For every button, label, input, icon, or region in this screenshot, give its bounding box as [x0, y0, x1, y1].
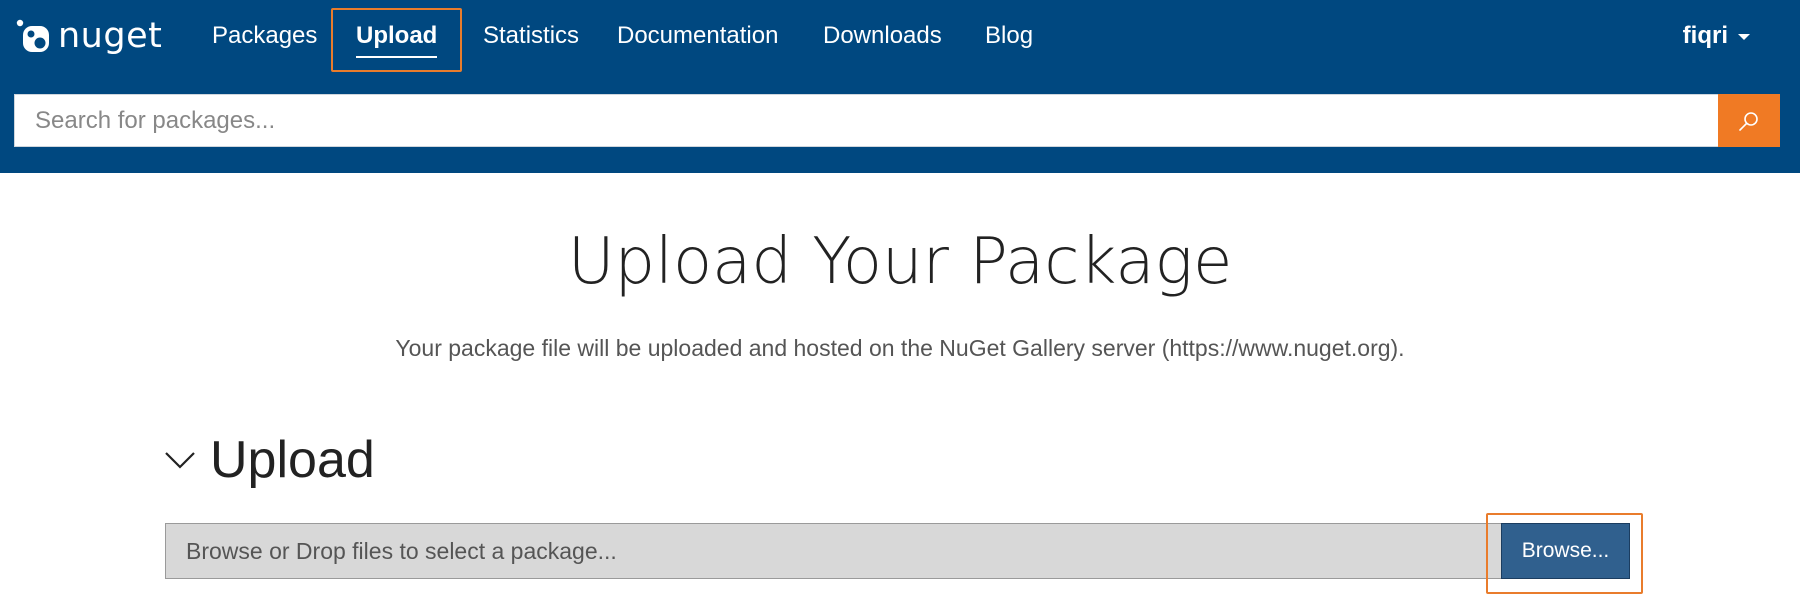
search-bar [14, 94, 1780, 147]
chevron-down-icon [165, 452, 195, 469]
search-icon [1739, 111, 1758, 131]
nuget-logo[interactable]: nuget [16, 12, 162, 60]
page-subtitle: Your package file will be uploaded and h… [395, 335, 1405, 361]
file-drop-field[interactable]: Browse or Drop files to select a package… [165, 523, 1501, 579]
nav-statistics[interactable]: Statistics [483, 20, 579, 52]
caret-down-icon [1738, 34, 1750, 40]
username: fiqri [1682, 22, 1728, 49]
nuget-logo-icon [16, 19, 49, 52]
nav-downloads[interactable]: Downloads [823, 20, 942, 52]
nav-upload[interactable]: Upload [356, 20, 438, 58]
user-menu[interactable]: fiqri [1683, 20, 1750, 52]
upload-section-toggle[interactable]: Upload [164, 428, 375, 492]
file-upload-control: Browse or Drop files to select a package… [165, 523, 1630, 579]
browse-button[interactable]: Browse... [1501, 523, 1630, 579]
top-navigation-bar: nuget Packages Upload Statistics Documen… [0, 0, 1800, 173]
nav-documentation[interactable]: Documentation [617, 20, 778, 52]
section-title: Upload [210, 431, 375, 489]
nav-blog[interactable]: Blog [985, 20, 1033, 52]
search-button[interactable] [1718, 94, 1780, 147]
search-input[interactable] [14, 94, 1718, 147]
brand-name: nuget [58, 16, 163, 56]
nav-packages[interactable]: Packages [212, 20, 317, 52]
page-title: Upload Your Package [567, 225, 1233, 299]
